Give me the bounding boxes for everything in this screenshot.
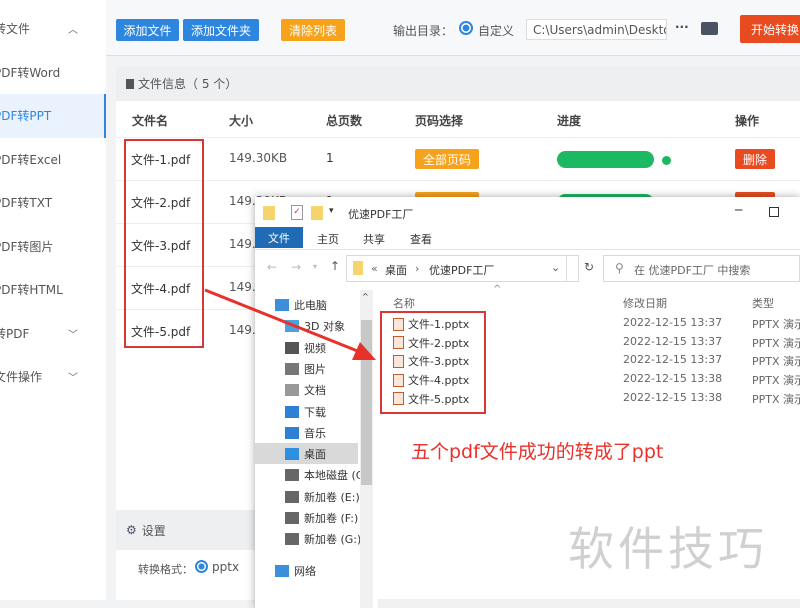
annotation-arrow xyxy=(204,288,376,360)
